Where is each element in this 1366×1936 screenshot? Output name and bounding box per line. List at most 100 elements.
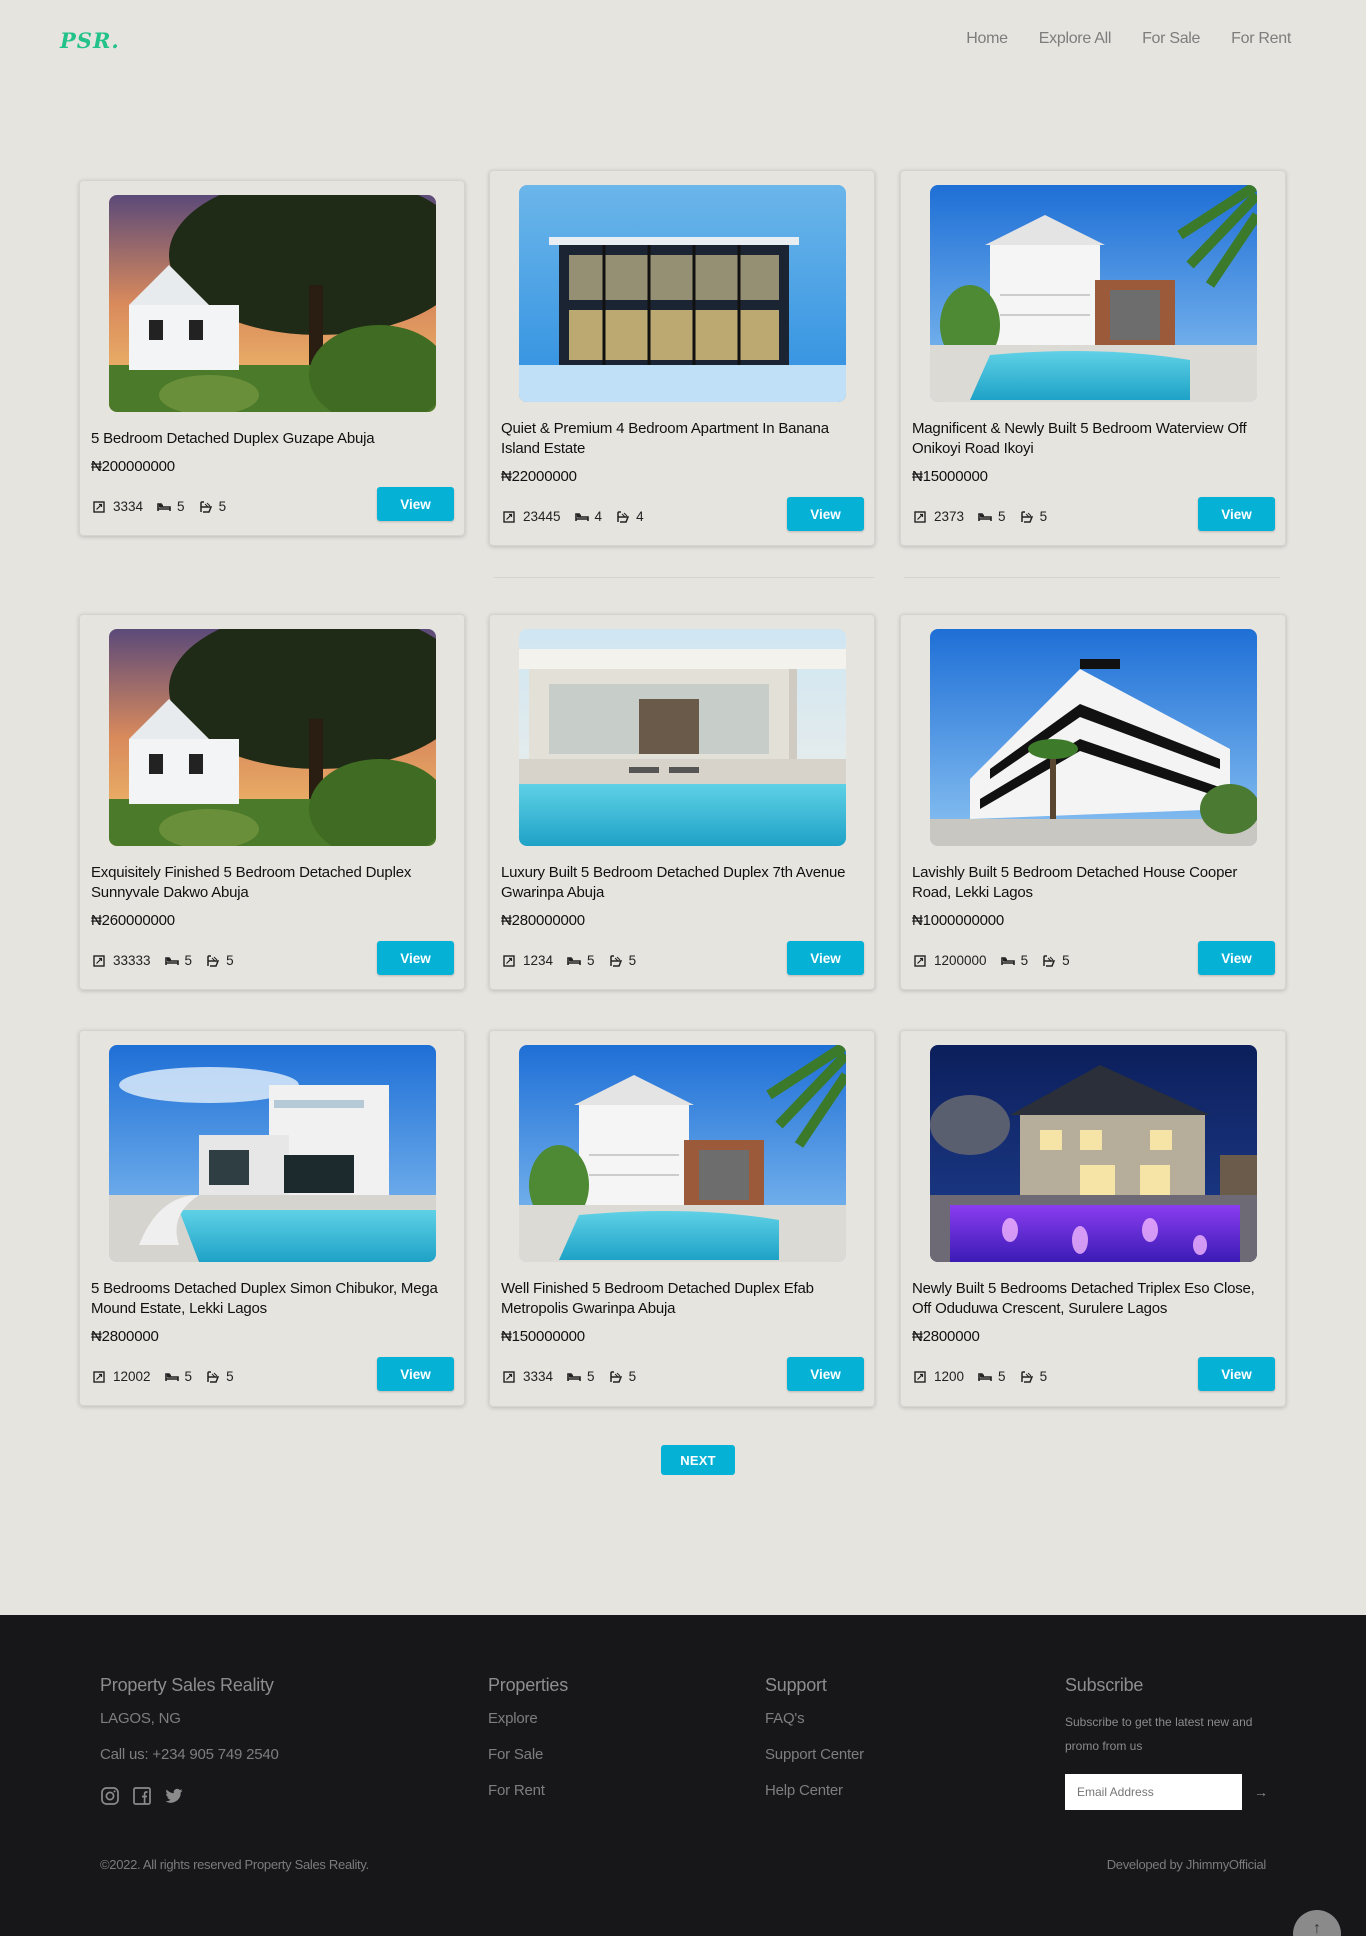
nav-links: Home Explore All For Sale For Rent bbox=[966, 30, 1291, 48]
brand-logo[interactable]: PSR. bbox=[60, 28, 120, 53]
property-price: ₦15000000 bbox=[912, 468, 988, 485]
next-page-button[interactable]: NEXT bbox=[661, 1445, 735, 1475]
property-meta: 2373 5 5 bbox=[914, 509, 1061, 524]
property-price: ₦150000000 bbox=[501, 1328, 585, 1345]
developer-credit[interactable]: Developed by JhimmyOfficial bbox=[1107, 1857, 1267, 1872]
area-icon bbox=[503, 954, 516, 967]
property-photo[interactable] bbox=[109, 629, 436, 846]
view-property-button[interactable]: View bbox=[377, 487, 454, 521]
property-photo[interactable] bbox=[930, 629, 1257, 846]
property-photo[interactable] bbox=[109, 195, 436, 412]
property-beds: 5 bbox=[184, 1369, 193, 1384]
footer-company: Property Sales Reality LAGOS, NG Call us… bbox=[100, 1675, 279, 1806]
property-title: Exquisitely Finished 5 Bedroom Detached … bbox=[91, 864, 412, 901]
instagram-icon[interactable] bbox=[100, 1786, 120, 1806]
area-icon bbox=[93, 954, 106, 967]
nav-item-explore-all[interactable]: Explore All bbox=[1039, 30, 1112, 48]
property-price: ₦280000000 bbox=[501, 912, 585, 929]
property-meta: 1200000 5 5 bbox=[914, 953, 1084, 968]
bath-icon bbox=[1020, 510, 1033, 523]
property-card: Well Finished 5 Bedroom Detached Duplex … bbox=[489, 1030, 875, 1407]
property-price: ₦260000000 bbox=[91, 912, 175, 929]
property-price: ₦22000000 bbox=[501, 468, 577, 485]
bath-icon bbox=[1020, 1370, 1033, 1383]
area-icon bbox=[914, 1370, 927, 1383]
property-meta: 1200 5 5 bbox=[914, 1369, 1061, 1384]
property-area: 1234 bbox=[523, 953, 554, 968]
view-property-button[interactable]: View bbox=[1198, 1357, 1275, 1391]
bed-icon bbox=[164, 955, 179, 967]
property-baths: 5 bbox=[1039, 509, 1048, 524]
social-links bbox=[100, 1786, 279, 1806]
area-icon bbox=[93, 1370, 106, 1383]
bath-icon bbox=[206, 1370, 220, 1383]
footer-link-help-center[interactable]: Help Center bbox=[765, 1782, 864, 1818]
footer-phone[interactable]: Call us: +234 905 749 2540 bbox=[100, 1746, 279, 1782]
scroll-to-top-button[interactable]: ↑ bbox=[1293, 1910, 1341, 1936]
property-baths: 5 bbox=[226, 1369, 234, 1384]
property-title: 5 Bedroom Detached Duplex Guzape Abuja bbox=[91, 430, 375, 447]
property-photo[interactable] bbox=[109, 1045, 436, 1262]
property-photo[interactable] bbox=[519, 1045, 846, 1262]
property-photo[interactable] bbox=[930, 1045, 1257, 1262]
bath-icon bbox=[609, 954, 622, 967]
view-property-button[interactable]: View bbox=[377, 1357, 454, 1391]
arrow-right-icon[interactable]: → bbox=[1254, 1784, 1268, 1800]
facebook-icon[interactable] bbox=[132, 1786, 152, 1806]
footer-link-explore[interactable]: Explore bbox=[488, 1710, 568, 1746]
bed-icon bbox=[567, 1371, 581, 1383]
view-property-button[interactable]: View bbox=[787, 497, 864, 531]
footer-link-support-center[interactable]: Support Center bbox=[765, 1746, 864, 1782]
twitter-icon[interactable] bbox=[164, 1786, 184, 1806]
footer-support: Support FAQ's Support Center Help Center bbox=[765, 1675, 864, 1818]
view-property-button[interactable]: View bbox=[1198, 497, 1275, 531]
property-photo[interactable] bbox=[519, 629, 846, 846]
property-title: Newly Built 5 Bedrooms Detached Triplex … bbox=[912, 1280, 1255, 1317]
property-beds: 5 bbox=[587, 1369, 595, 1384]
property-baths: 4 bbox=[636, 509, 644, 524]
property-card: Exquisitely Finished 5 Bedroom Detached … bbox=[79, 614, 465, 990]
property-area: 23445 bbox=[523, 509, 561, 524]
footer-support-heading: Support bbox=[765, 1675, 827, 1695]
view-property-button[interactable]: View bbox=[1198, 941, 1275, 975]
email-input[interactable] bbox=[1065, 1774, 1242, 1810]
nav-item-for-sale[interactable]: For Sale bbox=[1142, 30, 1200, 48]
property-title: Luxury Built 5 Bedroom Detached Duplex 7… bbox=[501, 864, 846, 901]
property-area: 1200 bbox=[934, 1369, 965, 1384]
property-price: ₦2800000 bbox=[912, 1328, 980, 1345]
bed-icon bbox=[164, 1371, 179, 1383]
bed-icon bbox=[574, 511, 589, 523]
bath-icon bbox=[609, 1370, 622, 1383]
footer-link-for-sale[interactable]: For Sale bbox=[488, 1746, 568, 1782]
bed-icon bbox=[978, 511, 992, 523]
area-icon bbox=[914, 510, 927, 523]
property-title: 5 Bedrooms Detached Duplex Simon Chibuko… bbox=[91, 1280, 438, 1317]
view-property-button[interactable]: View bbox=[377, 941, 454, 975]
property-card: Lavishly Built 5 Bedroom Detached House … bbox=[900, 614, 1286, 990]
property-photo[interactable] bbox=[930, 185, 1257, 402]
nav-item-for-rent[interactable]: For Rent bbox=[1231, 30, 1291, 48]
property-card: 5 Bedroom Detached Duplex Guzape Abuja ₦… bbox=[79, 180, 465, 536]
property-photo[interactable] bbox=[519, 185, 846, 402]
footer-company-heading: Property Sales Reality bbox=[100, 1675, 274, 1695]
property-baths: 5 bbox=[1039, 1369, 1048, 1384]
footer-location: LAGOS, NG bbox=[100, 1710, 181, 1727]
footer-link-for-rent[interactable]: For Rent bbox=[488, 1782, 568, 1818]
property-card: Quiet & Premium 4 Bedroom Apartment In B… bbox=[489, 170, 875, 546]
property-area: 3334 bbox=[523, 1369, 554, 1384]
footer-link-faqs[interactable]: FAQ's bbox=[765, 1710, 864, 1746]
bath-icon bbox=[616, 510, 630, 523]
footer-subscribe-heading: Subscribe bbox=[1065, 1675, 1144, 1695]
property-price: ₦200000000 bbox=[91, 458, 175, 475]
property-beds: 5 bbox=[998, 509, 1006, 524]
property-baths: 5 bbox=[1062, 953, 1070, 968]
area-icon bbox=[503, 1370, 516, 1383]
property-title: Well Finished 5 Bedroom Detached Duplex … bbox=[501, 1280, 814, 1317]
property-card: 5 Bedrooms Detached Duplex Simon Chibuko… bbox=[79, 1030, 465, 1406]
property-card: Newly Built 5 Bedrooms Detached Triplex … bbox=[900, 1030, 1286, 1407]
property-meta: 12002 5 5 bbox=[93, 1369, 248, 1384]
copyright: ©2022. All rights reserved Property Sale… bbox=[100, 1857, 369, 1872]
view-property-button[interactable]: View bbox=[787, 1357, 864, 1391]
view-property-button[interactable]: View bbox=[787, 941, 864, 975]
nav-item-home[interactable]: Home bbox=[966, 30, 1008, 48]
